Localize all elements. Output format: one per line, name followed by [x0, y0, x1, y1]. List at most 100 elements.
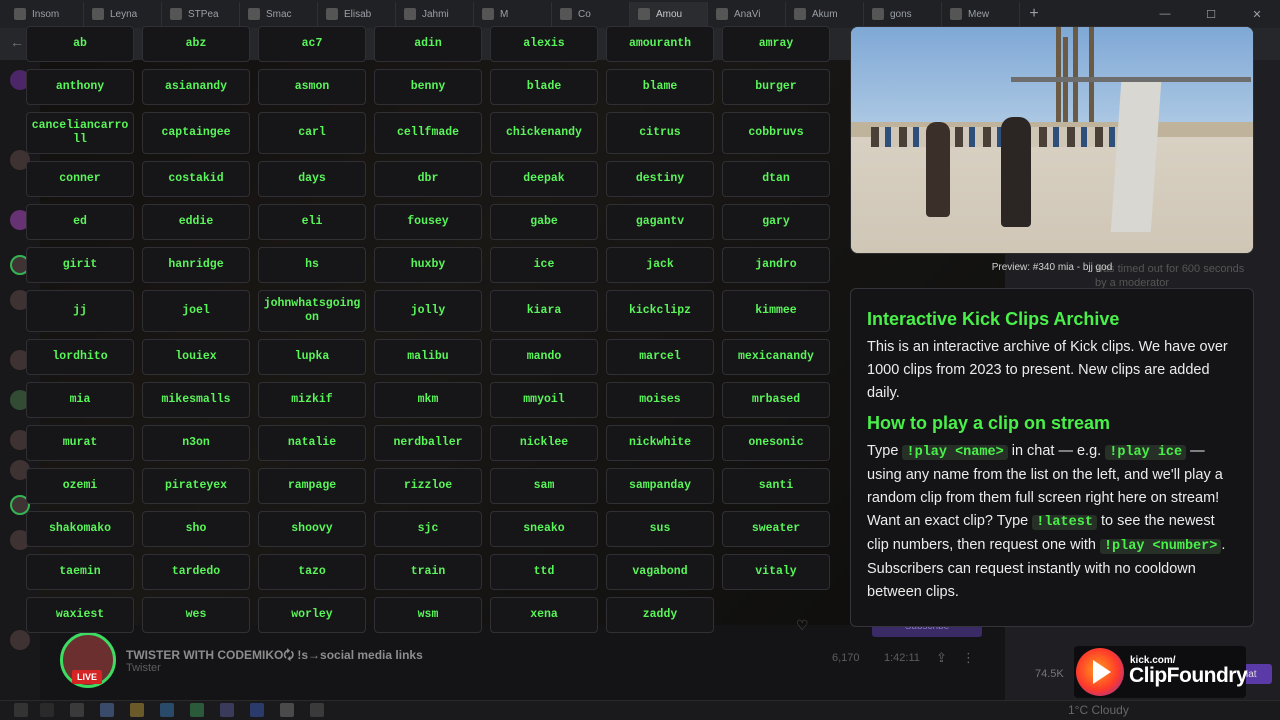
clip-name-button[interactable]: ozemi [26, 468, 134, 504]
clip-name-button[interactable]: citrus [606, 112, 714, 154]
clip-name-button[interactable]: costakid [142, 161, 250, 197]
clip-name-button[interactable]: sneako [490, 511, 598, 547]
clip-name-button[interactable]: ttd [490, 554, 598, 590]
app-icon[interactable] [250, 703, 264, 717]
clip-name-button[interactable]: mrbased [722, 382, 830, 418]
clip-name-button[interactable]: kimmee [722, 290, 830, 332]
clip-name-button[interactable]: jj [26, 290, 134, 332]
clip-name-button[interactable]: sam [490, 468, 598, 504]
clip-name-button[interactable]: mia [26, 382, 134, 418]
clip-name-button[interactable]: days [258, 161, 366, 197]
clip-name-button[interactable]: gagantv [606, 204, 714, 240]
maximize-button[interactable]: ☐ [1188, 0, 1234, 28]
clip-name-button[interactable]: louiex [142, 339, 250, 375]
app-icon[interactable] [280, 703, 294, 717]
clip-name-button[interactable]: adin [374, 26, 482, 62]
clip-name-button[interactable]: conner [26, 161, 134, 197]
clip-name-button[interactable]: sweater [722, 511, 830, 547]
clip-name-button[interactable]: blade [490, 69, 598, 105]
clip-name-button[interactable]: wsm [374, 597, 482, 633]
new-tab-button[interactable]: + [1020, 2, 1048, 26]
clip-name-button[interactable]: jolly [374, 290, 482, 332]
search-icon[interactable] [40, 703, 54, 717]
clip-name-button[interactable]: abz [142, 26, 250, 62]
clip-name-button[interactable]: eddie [142, 204, 250, 240]
app-icon[interactable] [310, 703, 324, 717]
clip-name-button[interactable]: gabe [490, 204, 598, 240]
clip-name-button[interactable]: jandro [722, 247, 830, 283]
browser-tab[interactable]: Mew [942, 2, 1020, 26]
clip-name-button[interactable]: nerdballer [374, 425, 482, 461]
browser-tab[interactable]: Elisab [318, 2, 396, 26]
clip-name-button[interactable]: asianandy [142, 69, 250, 105]
clip-name-button[interactable]: santi [722, 468, 830, 504]
clip-name-button[interactable]: dbr [374, 161, 482, 197]
browser-tab[interactable]: STPea [162, 2, 240, 26]
app-icon[interactable] [130, 703, 144, 717]
clip-name-button[interactable]: murat [26, 425, 134, 461]
clip-name-button[interactable]: shoovy [258, 511, 366, 547]
clip-name-button[interactable]: ed [26, 204, 134, 240]
clip-name-button[interactable]: cellfmade [374, 112, 482, 154]
clip-name-button[interactable]: ac7 [258, 26, 366, 62]
app-icon[interactable] [220, 703, 234, 717]
clip-name-button[interactable]: burger [722, 69, 830, 105]
browser-tab[interactable]: Akum [786, 2, 864, 26]
clip-name-button[interactable]: destiny [606, 161, 714, 197]
clip-name-button[interactable]: rampage [258, 468, 366, 504]
browser-tab[interactable]: Amou [630, 2, 708, 26]
clip-preview-video[interactable] [850, 26, 1254, 254]
clip-name-button[interactable]: ice [490, 247, 598, 283]
clip-name-button[interactable]: nicklee [490, 425, 598, 461]
clip-name-button[interactable]: fousey [374, 204, 482, 240]
clip-name-button[interactable]: dtan [722, 161, 830, 197]
clip-name-button[interactable]: shakomako [26, 511, 134, 547]
start-icon[interactable] [14, 703, 28, 717]
clip-name-button[interactable]: wes [142, 597, 250, 633]
browser-tab[interactable]: gons [864, 2, 942, 26]
share-icon[interactable]: ⇪ [936, 650, 947, 666]
close-button[interactable]: ✕ [1234, 0, 1280, 28]
app-icon[interactable] [160, 703, 174, 717]
clip-name-button[interactable]: train [374, 554, 482, 590]
clip-name-button[interactable]: taemin [26, 554, 134, 590]
clip-name-button[interactable]: jack [606, 247, 714, 283]
clip-name-button[interactable]: mexicanandy [722, 339, 830, 375]
clip-name-button[interactable]: johnwhatsgoingon [258, 290, 366, 332]
clip-name-button[interactable]: anthony [26, 69, 134, 105]
clip-name-button[interactable]: amray [722, 26, 830, 62]
more-options-icon[interactable]: ⋮ [962, 650, 975, 666]
clip-name-button[interactable]: huxby [374, 247, 482, 283]
clip-name-button[interactable]: natalie [258, 425, 366, 461]
clip-name-button[interactable]: girit [26, 247, 134, 283]
clip-name-button[interactable]: sus [606, 511, 714, 547]
clip-name-button[interactable]: pirateyex [142, 468, 250, 504]
browser-tab[interactable]: AnaVi [708, 2, 786, 26]
browser-tab[interactable]: Co [552, 2, 630, 26]
clip-name-button[interactable]: kickclipz [606, 290, 714, 332]
clip-name-button[interactable]: hs [258, 247, 366, 283]
clip-name-button[interactable]: n3on [142, 425, 250, 461]
browser-tab[interactable]: Leyna [84, 2, 162, 26]
clip-name-button[interactable]: vagabond [606, 554, 714, 590]
clip-name-button[interactable]: carl [258, 112, 366, 154]
channel-name[interactable]: Twister [126, 662, 161, 674]
clip-name-button[interactable]: benny [374, 69, 482, 105]
clip-name-button[interactable]: tardedo [142, 554, 250, 590]
clip-name-button[interactable]: hanridge [142, 247, 250, 283]
clip-name-button[interactable]: lordhito [26, 339, 134, 375]
taskview-icon[interactable] [70, 703, 84, 717]
clip-name-button[interactable]: canceliancarroll [26, 112, 134, 154]
clip-name-button[interactable]: eli [258, 204, 366, 240]
clip-name-button[interactable]: waxiest [26, 597, 134, 633]
clip-name-button[interactable]: chickenandy [490, 112, 598, 154]
clip-name-button[interactable]: rizzloe [374, 468, 482, 504]
clip-name-button[interactable]: worley [258, 597, 366, 633]
browser-tab[interactable]: M [474, 2, 552, 26]
clip-name-button[interactable]: asmon [258, 69, 366, 105]
clip-name-button[interactable]: nickwhite [606, 425, 714, 461]
clip-name-button[interactable]: mando [490, 339, 598, 375]
clip-name-button[interactable]: kiara [490, 290, 598, 332]
clip-name-button[interactable]: joel [142, 290, 250, 332]
clip-name-button[interactable]: mmyoil [490, 382, 598, 418]
